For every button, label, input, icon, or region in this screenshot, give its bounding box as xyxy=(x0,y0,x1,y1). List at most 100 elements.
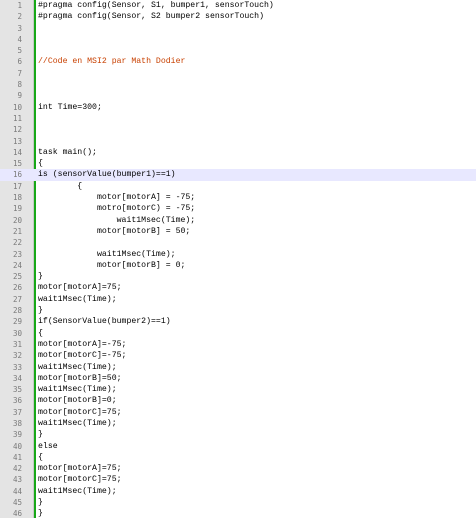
code-line[interactable]: 10 int Time=300; xyxy=(0,102,476,113)
code-line[interactable]: 42 motor[motorA]=75; xyxy=(0,463,476,474)
code-line[interactable]: 35 wait1Msec(Time); xyxy=(0,384,476,395)
code-line[interactable]: 22 xyxy=(0,237,476,248)
line-number: 37 xyxy=(12,407,22,417)
code-line[interactable]: 5 xyxy=(0,45,476,56)
line-number: 16 xyxy=(12,170,22,180)
code-line[interactable]: 33 wait1Msec(Time); xyxy=(0,362,476,373)
code-line[interactable]: 24 motor[motorB] = 0; xyxy=(0,260,476,271)
code-line[interactable]: 26 motor[motorA]=75; xyxy=(0,282,476,293)
code-line[interactable]: 39} xyxy=(0,429,476,440)
line-number: 9 xyxy=(17,91,22,101)
code-line[interactable]: 38 wait1Msec(Time); xyxy=(0,418,476,429)
line-number: 17 xyxy=(12,181,22,191)
line-number: 8 xyxy=(17,80,22,90)
code-line[interactable]: 14 task main(); xyxy=(0,147,476,158)
line-number: 22 xyxy=(12,238,22,248)
code-line[interactable]: 29 if(SensorValue(bumper2)==1) xyxy=(0,316,476,327)
code-text[interactable]: motor[motorB]=50; xyxy=(38,373,122,384)
code-text[interactable]: { xyxy=(38,452,43,463)
line-number: 40 xyxy=(12,441,22,451)
code-text[interactable]: motro[motorC) = -75; xyxy=(38,203,195,214)
code-line[interactable]: 19 motro[motorC) = -75; xyxy=(0,203,476,214)
code-line[interactable]: 1 #pragma config(Sensor, S1, bumper1, sen… xyxy=(0,0,476,11)
code-line[interactable]: 32 motor[motorC]=-75; xyxy=(0,350,476,361)
code-line[interactable]: 30 { xyxy=(0,328,476,339)
code-text[interactable]: motor[motorA]=75; xyxy=(38,463,122,474)
code-text[interactable]: } xyxy=(38,271,43,282)
code-text[interactable]: wait1Msec(Time); xyxy=(38,384,117,395)
code-line[interactable]: 15 { xyxy=(0,158,476,169)
code-text[interactable]: wait1Msec(Time); xyxy=(38,362,117,373)
code-text[interactable]: motor[motorB] = 50; xyxy=(38,226,190,237)
line-number: 41 xyxy=(12,452,22,462)
code-comment[interactable]: //Code en MSI2 par Math Dodier xyxy=(38,56,185,67)
code-text[interactable]: } xyxy=(38,305,43,316)
code-line[interactable]: 20 wait1Msec(Time); xyxy=(0,215,476,226)
line-number: 20 xyxy=(12,215,22,225)
code-line[interactable]: 31 motor[motorA]=-75; xyxy=(0,339,476,350)
code-line[interactable]: 2 #pragma config(Sensor, S2 bumper2 senso… xyxy=(0,11,476,22)
code-text[interactable]: { xyxy=(38,328,43,339)
code-text[interactable]: { xyxy=(38,181,82,192)
code-text[interactable]: wait1Msec(Time); xyxy=(38,215,196,226)
code-text[interactable]: #pragma config(Sensor, S1, bumper1, sens… xyxy=(38,0,274,11)
code-line[interactable]: 40 else xyxy=(0,441,476,452)
code-text[interactable]: wait1Msec(Time); xyxy=(38,249,176,260)
code-line[interactable]: 9 xyxy=(0,90,476,101)
code-text[interactable]: motor[motorA] = -75; xyxy=(38,192,195,203)
code-text[interactable]: motor[motorA]=75; xyxy=(38,282,122,293)
code-text[interactable]: if(SensorValue(bumper2)==1) xyxy=(38,316,171,327)
code-line[interactable]: 27 wait1Msec(Time); xyxy=(0,294,476,305)
code-text[interactable]: motor[motorA]=-75; xyxy=(38,339,126,350)
code-line[interactable]: 18 motor[motorA] = -75; xyxy=(0,192,476,203)
code-line[interactable]: 13 xyxy=(0,136,476,147)
code-line[interactable]: 43 motor[motorC]=75; xyxy=(0,474,476,485)
code-line[interactable]: 21 motor[motorB] = 50; xyxy=(0,226,476,237)
code-text[interactable]: motor[motorB] = 0; xyxy=(38,260,185,271)
line-number: 7 xyxy=(17,68,22,78)
code-line[interactable]: 8 xyxy=(0,79,476,90)
code-text[interactable]: motor[motorC]=75; xyxy=(38,407,122,418)
code-editor[interactable]: 1 #pragma config(Sensor, S1, bumper1, sen… xyxy=(0,0,476,518)
code-line[interactable]: 16 is (sensorValue(bumper1)==1) xyxy=(0,169,476,181)
code-line[interactable]: 34 motor[motorB]=50; xyxy=(0,373,476,384)
code-line[interactable]: 23 wait1Msec(Time); xyxy=(0,249,476,260)
code-line[interactable]: 3 xyxy=(0,23,476,34)
code-line[interactable]: 25} xyxy=(0,271,476,282)
code-text[interactable]: motor[motorC]=75; xyxy=(38,474,122,485)
code-text[interactable]: is (sensorValue(bumper1)==1) xyxy=(38,169,176,180)
code-text[interactable]: wait1Msec(Time); xyxy=(38,486,117,497)
code-text[interactable]: motor[motorC]=-75; xyxy=(38,350,126,361)
code-text[interactable]: else xyxy=(38,441,58,452)
line-number: 13 xyxy=(12,136,22,146)
code-line[interactable]: 44 wait1Msec(Time); xyxy=(0,486,476,497)
code-line[interactable]: 17 { xyxy=(0,181,476,192)
code-line[interactable]: 4 xyxy=(0,34,476,45)
line-number: 18 xyxy=(12,193,22,203)
code-line[interactable]: 28} xyxy=(0,305,476,316)
code-area[interactable]: 1 #pragma config(Sensor, S1, bumper1, sen… xyxy=(0,0,476,518)
code-text[interactable]: wait1Msec(Time); xyxy=(38,418,117,429)
code-text[interactable]: #pragma config(Sensor, S2 bumper2 sensor… xyxy=(38,11,264,22)
code-text[interactable]: } xyxy=(38,497,43,508)
line-number: 21 xyxy=(12,226,22,236)
code-text[interactable]: wait1Msec(Time); xyxy=(38,294,117,305)
code-line[interactable]: 45} xyxy=(0,497,476,508)
line-number: 2 xyxy=(17,12,22,22)
code-line[interactable]: 36 motor[motorB]=0; xyxy=(0,395,476,406)
code-line[interactable]: 12 xyxy=(0,124,476,135)
code-text[interactable]: } xyxy=(38,429,43,440)
code-line[interactable]: 6 //Code en MSI2 par Math Dodier xyxy=(0,56,476,67)
code-text[interactable]: motor[motorB]=0; xyxy=(38,395,117,406)
code-line[interactable]: 46} xyxy=(0,508,476,518)
code-line[interactable]: 37 motor[motorC]=75; xyxy=(0,407,476,418)
code-line[interactable]: 41 { xyxy=(0,452,476,463)
code-text[interactable]: { xyxy=(38,158,43,169)
line-number: 44 xyxy=(12,486,22,496)
code-line[interactable]: 11 xyxy=(0,113,476,124)
code-text[interactable]: } xyxy=(38,508,43,518)
code-text[interactable]: int Time=300; xyxy=(38,102,102,113)
line-number: 42 xyxy=(12,464,22,474)
code-text[interactable]: task main(); xyxy=(38,147,97,158)
code-line[interactable]: 7 xyxy=(0,68,476,79)
